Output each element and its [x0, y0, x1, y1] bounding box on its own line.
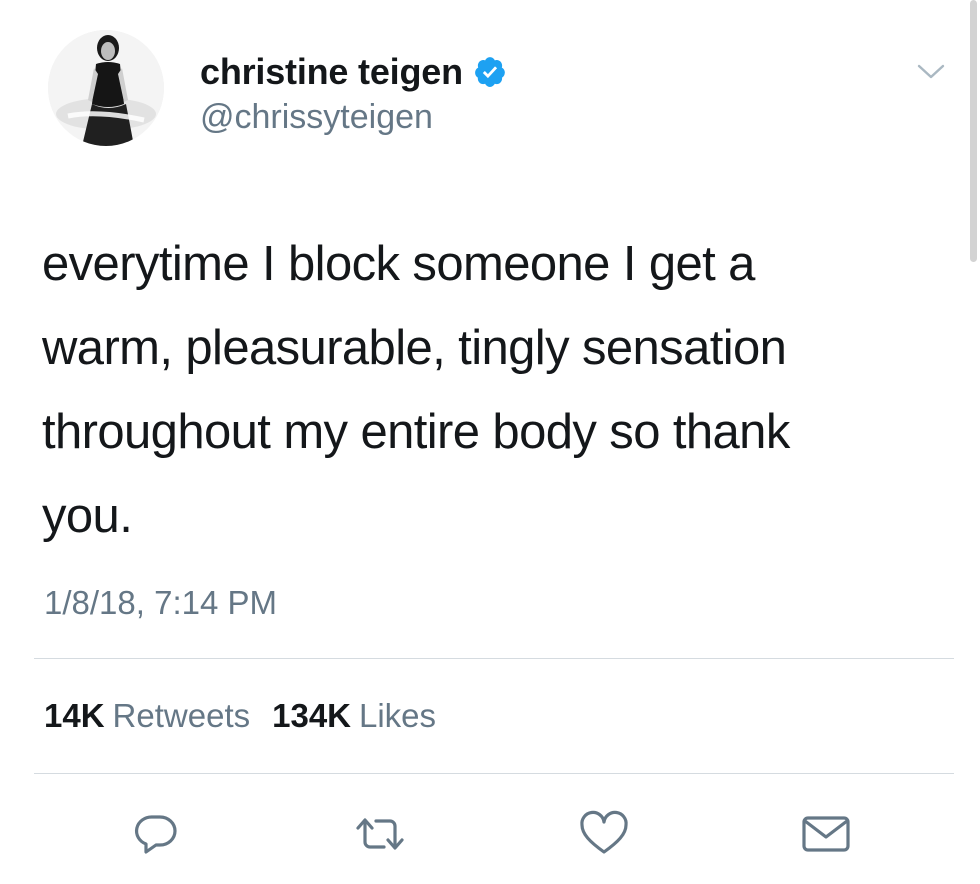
- avatar-photo: [48, 30, 164, 146]
- tweet-stats: 14K Retweets 134K Likes: [44, 697, 458, 735]
- retweets-count: 14K: [44, 697, 105, 734]
- author-name-row[interactable]: christine teigen: [200, 51, 507, 93]
- tweet-text-line: warm, pleasurable, tingly sensation: [42, 321, 787, 375]
- tweet-text: everytime I block someone I get a warm, …: [42, 222, 922, 558]
- author-display-name[interactable]: christine teigen: [200, 51, 463, 93]
- reply-button[interactable]: [128, 806, 184, 862]
- tweet-text-line: throughout my entire body so thank: [42, 405, 790, 459]
- tweet-text-line: you.: [42, 489, 133, 543]
- like-icon: [580, 810, 628, 854]
- likes-label: Likes: [359, 697, 437, 734]
- tweet-text-line: everytime I block someone I get a: [42, 237, 755, 291]
- like-button[interactable]: [576, 806, 632, 862]
- divider: [34, 773, 954, 774]
- tweet-timestamp[interactable]: 1/8/18, 7:14 PM: [44, 584, 277, 622]
- retweet-icon: [356, 818, 404, 850]
- retweets-stat[interactable]: 14K Retweets: [44, 697, 250, 735]
- likes-stat[interactable]: 134K Likes: [272, 697, 436, 735]
- reply-icon: [135, 815, 177, 854]
- scrollbar[interactable]: [970, 0, 977, 262]
- direct-message-button[interactable]: [798, 806, 854, 862]
- chevron-down-icon[interactable]: [916, 62, 946, 82]
- retweets-label: Retweets: [112, 697, 251, 734]
- retweet-button[interactable]: [352, 806, 408, 862]
- avatar[interactable]: [48, 30, 164, 146]
- verified-badge-icon: [475, 57, 505, 87]
- divider: [34, 658, 954, 659]
- likes-count: 134K: [272, 697, 351, 734]
- dm-icon: [802, 816, 850, 852]
- author-handle[interactable]: @chrissyteigen: [200, 98, 433, 137]
